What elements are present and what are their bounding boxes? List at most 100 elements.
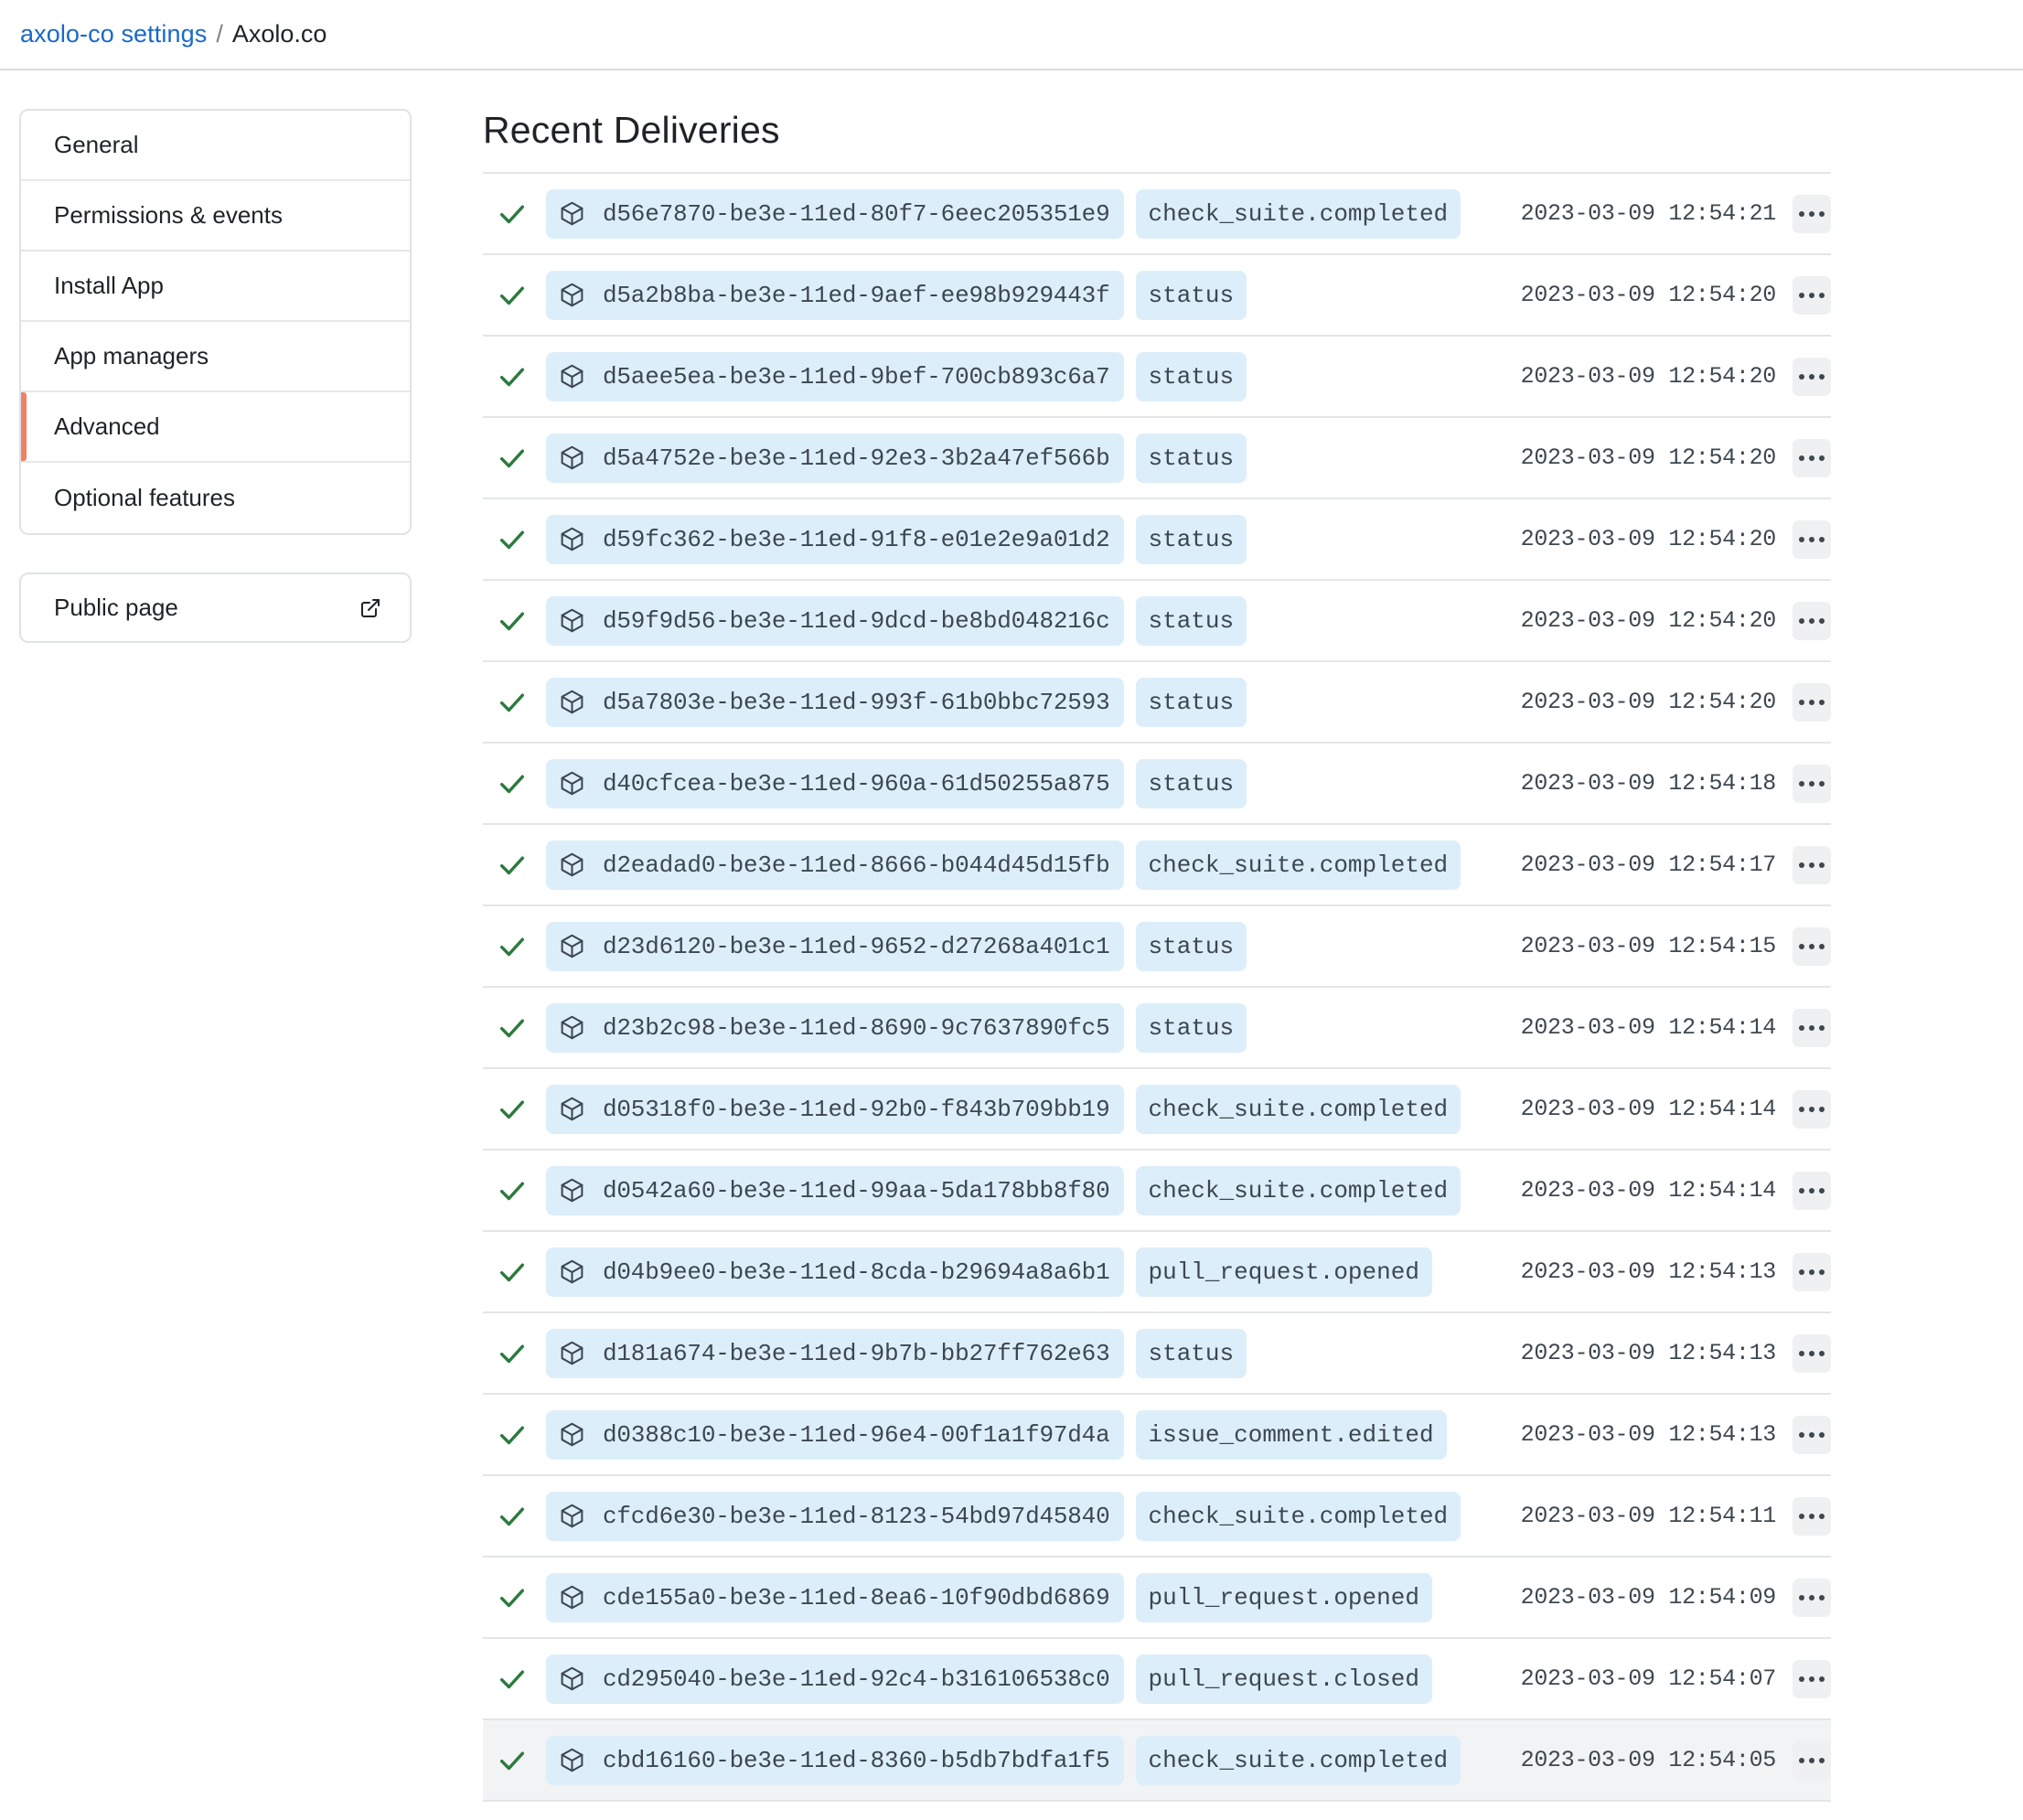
delivery-event-chip[interactable]: pull_request.opened	[1136, 1573, 1432, 1622]
ellipsis-icon[interactable]	[1793, 195, 1831, 233]
delivery-row[interactable]: d04b9ee0-be3e-11ed-8cda-b29694a8a6b1pull…	[483, 1232, 1831, 1313]
ellipsis-icon[interactable]	[1793, 765, 1831, 803]
delivery-timestamp: 2023-03-09 12:54:14	[1521, 1014, 1776, 1041]
delivery-guid-chip[interactable]: d23b2c98-be3e-11ed-8690-9c7637890fc5	[546, 1003, 1124, 1053]
delivery-row[interactable]: cd295040-be3e-11ed-92c4-b316106538c0 pull…	[483, 1639, 1831, 1720]
delivery-event-chip[interactable]: status	[1136, 271, 1247, 320]
delivery-row[interactable]: d5a2b8ba-be3e-11ed-9aef-ee98b929443fstat…	[483, 255, 1831, 337]
delivery-row[interactable]: d59f9d56-be3e-11ed-9dcd-be8bd048216cstat…	[483, 581, 1831, 662]
delivery-event-chip[interactable]: status	[1136, 352, 1247, 401]
delivery-event-chip[interactable]: check_suite.completed	[1136, 1736, 1461, 1785]
ellipsis-icon[interactable]	[1793, 439, 1831, 477]
delivery-guid-chip[interactable]: d59fc362-be3e-11ed-91f8-e01e2e9a01d2	[546, 515, 1124, 564]
ellipsis-icon[interactable]	[1793, 1416, 1831, 1454]
delivery-event-chip[interactable]: check_suite.completed	[1136, 1166, 1461, 1215]
ellipsis-icon[interactable]	[1793, 1579, 1831, 1617]
delivery-guid-chip[interactable]: d181a674-be3e-11ed-9b7b-bb27ff762e63	[546, 1329, 1124, 1378]
delivery-guid-chip[interactable]: d2eadad0-be3e-11ed-8666-b044d45d15fb	[546, 840, 1124, 890]
ellipsis-icon[interactable]	[1793, 276, 1831, 315]
ellipsis-icon[interactable]	[1793, 683, 1831, 722]
delivery-guid-chip[interactable]: cbd16160-be3e-11ed-8360-b5db7bdfa1f5	[546, 1736, 1124, 1785]
sidebar-item-advanced[interactable]: Advanced	[21, 392, 410, 463]
delivery-guid-chip[interactable]: d0388c10-be3e-11ed-96e4-00f1a1f97d4a	[546, 1410, 1124, 1460]
delivery-row[interactable]: d56e7870-be3e-11ed-80f7-6eec205351e9chec…	[483, 174, 1831, 255]
delivery-row[interactable]: d5a7803e-be3e-11ed-993f-61b0bbc72593stat…	[483, 662, 1831, 744]
ellipsis-icon[interactable]	[1793, 1009, 1831, 1047]
delivery-row[interactable]: d181a674-be3e-11ed-9b7b-bb27ff762e63stat…	[483, 1313, 1831, 1395]
delivery-event-chip[interactable]: pull_request.closed	[1136, 1654, 1432, 1704]
delivery-guid: d23b2c98-be3e-11ed-8690-9c7637890fc5	[603, 1014, 1110, 1042]
delivery-event-chip[interactable]: status	[1136, 596, 1247, 646]
ellipsis-icon[interactable]	[1793, 1497, 1831, 1536]
delivery-event-chip[interactable]: status	[1136, 759, 1247, 808]
green-check-icon	[497, 1582, 528, 1613]
ellipsis-icon[interactable]	[1793, 1172, 1831, 1210]
delivery-row[interactable]: d23d6120-be3e-11ed-9652-d27268a401c1stat…	[483, 906, 1831, 988]
ellipsis-icon[interactable]	[1793, 1660, 1831, 1698]
delivery-row[interactable]: d0542a60-be3e-11ed-99aa-5da178bb8f80chec…	[483, 1151, 1831, 1232]
delivery-event-chip[interactable]: status	[1136, 434, 1247, 483]
delivery-event-chip[interactable]: status	[1136, 515, 1247, 564]
delivery-row[interactable]: d59fc362-be3e-11ed-91f8-e01e2e9a01d2stat…	[483, 499, 1831, 581]
sidebar-item-app-managers[interactable]: App managers	[21, 322, 410, 392]
public-page-button[interactable]: Public page	[19, 573, 412, 643]
ellipsis-icon[interactable]	[1793, 1741, 1831, 1780]
ellipsis-icon[interactable]	[1793, 1253, 1831, 1291]
delivery-event-chip[interactable]: check_suite.completed	[1136, 840, 1461, 890]
delivery-row[interactable]: cde155a0-be3e-11ed-8ea6-10f90dbd6869pull…	[483, 1558, 1831, 1639]
delivery-guid-chip[interactable]: d5aee5ea-be3e-11ed-9bef-700cb893c6a7	[546, 352, 1124, 401]
sidebar-item-general[interactable]: General	[21, 111, 410, 181]
delivery-guid-chip[interactable]: cd295040-be3e-11ed-92c4-b316106538c0	[546, 1654, 1124, 1704]
package-cube-icon	[559, 1665, 585, 1692]
ellipsis-icon[interactable]	[1793, 1090, 1831, 1129]
delivery-guid-chip[interactable]: d04b9ee0-be3e-11ed-8cda-b29694a8a6b1	[546, 1247, 1124, 1297]
ellipsis-icon[interactable]	[1793, 602, 1831, 640]
delivery-guid-chip[interactable]: d59f9d56-be3e-11ed-9dcd-be8bd048216c	[546, 596, 1124, 646]
green-check-icon	[497, 931, 528, 962]
delivery-event-chip[interactable]: check_suite.completed	[1136, 1492, 1461, 1541]
delivery-guid-chip[interactable]: d23d6120-be3e-11ed-9652-d27268a401c1	[546, 922, 1124, 971]
green-check-icon	[497, 1501, 528, 1532]
delivery-row[interactable]: d40cfcea-be3e-11ed-960a-61d50255a875stat…	[483, 744, 1831, 825]
delivery-guid-chip[interactable]: d40cfcea-be3e-11ed-960a-61d50255a875	[546, 759, 1124, 808]
green-check-icon	[497, 198, 528, 230]
breadcrumb-parent-link[interactable]: axolo-co settings	[20, 20, 207, 48]
package-cube-icon	[559, 282, 585, 308]
ellipsis-icon[interactable]	[1793, 358, 1831, 396]
delivery-guid-chip[interactable]: cfcd6e30-be3e-11ed-8123-54bd97d45840	[546, 1492, 1124, 1541]
package-cube-icon	[559, 689, 585, 715]
delivery-row[interactable]: cfcd6e30-be3e-11ed-8123-54bd97d45840chec…	[483, 1476, 1831, 1558]
ellipsis-icon[interactable]	[1793, 846, 1831, 884]
delivery-row[interactable]: d05318f0-be3e-11ed-92b0-f843b709bb19chec…	[483, 1069, 1831, 1151]
sidebar-item-optional-features[interactable]: Optional features	[21, 463, 410, 533]
delivery-row[interactable]: d0388c10-be3e-11ed-96e4-00f1a1f97d4aissu…	[483, 1395, 1831, 1476]
sidebar-item-install-app[interactable]: Install App	[21, 252, 410, 322]
ellipsis-icon[interactable]	[1793, 520, 1831, 559]
delivery-event-chip[interactable]: pull_request.opened	[1136, 1247, 1432, 1297]
delivery-row[interactable]: cbd16160-be3e-11ed-8360-b5db7bdfa1f5chec…	[483, 1720, 1831, 1802]
delivery-timestamp: 2023-03-09 12:54:09	[1521, 1584, 1776, 1611]
ellipsis-icon[interactable]	[1793, 927, 1831, 966]
delivery-timestamp: 2023-03-09 12:54:14	[1521, 1177, 1776, 1204]
delivery-event-chip[interactable]: check_suite.completed	[1136, 189, 1461, 239]
delivery-event-chip[interactable]: check_suite.completed	[1136, 1085, 1461, 1134]
delivery-row[interactable]: d5aee5ea-be3e-11ed-9bef-700cb893c6a7stat…	[483, 337, 1831, 418]
delivery-row[interactable]: d2eadad0-be3e-11ed-8666-b044d45d15fbchec…	[483, 825, 1831, 906]
delivery-event-chip[interactable]: status	[1136, 1003, 1247, 1053]
sidebar-item-permissions-events[interactable]: Permissions & events	[21, 181, 410, 252]
delivery-guid-chip[interactable]: d5a2b8ba-be3e-11ed-9aef-ee98b929443f	[546, 271, 1124, 320]
delivery-guid-chip[interactable]: d0542a60-be3e-11ed-99aa-5da178bb8f80	[546, 1166, 1124, 1215]
delivery-guid-chip[interactable]: cde155a0-be3e-11ed-8ea6-10f90dbd6869	[546, 1573, 1124, 1622]
ellipsis-icon[interactable]	[1793, 1334, 1831, 1373]
delivery-guid-chip[interactable]: d05318f0-be3e-11ed-92b0-f843b709bb19	[546, 1085, 1124, 1134]
delivery-guid: cd295040-be3e-11ed-92c4-b316106538c0	[603, 1665, 1110, 1693]
delivery-row[interactable]: d5a4752e-be3e-11ed-92e3-3b2a47ef566bstat…	[483, 418, 1831, 499]
delivery-event-chip[interactable]: issue_comment.edited	[1136, 1410, 1447, 1460]
delivery-row[interactable]: d23b2c98-be3e-11ed-8690-9c7637890fc5 stat…	[483, 988, 1831, 1069]
delivery-guid-chip[interactable]: d5a4752e-be3e-11ed-92e3-3b2a47ef566b	[546, 434, 1124, 483]
delivery-event-chip[interactable]: status	[1136, 678, 1247, 727]
delivery-guid-chip[interactable]: d5a7803e-be3e-11ed-993f-61b0bbc72593	[546, 678, 1124, 727]
delivery-event-chip[interactable]: status	[1136, 922, 1247, 971]
delivery-event-chip[interactable]: status	[1136, 1329, 1247, 1378]
delivery-guid-chip[interactable]: d56e7870-be3e-11ed-80f7-6eec205351e9	[546, 189, 1124, 239]
